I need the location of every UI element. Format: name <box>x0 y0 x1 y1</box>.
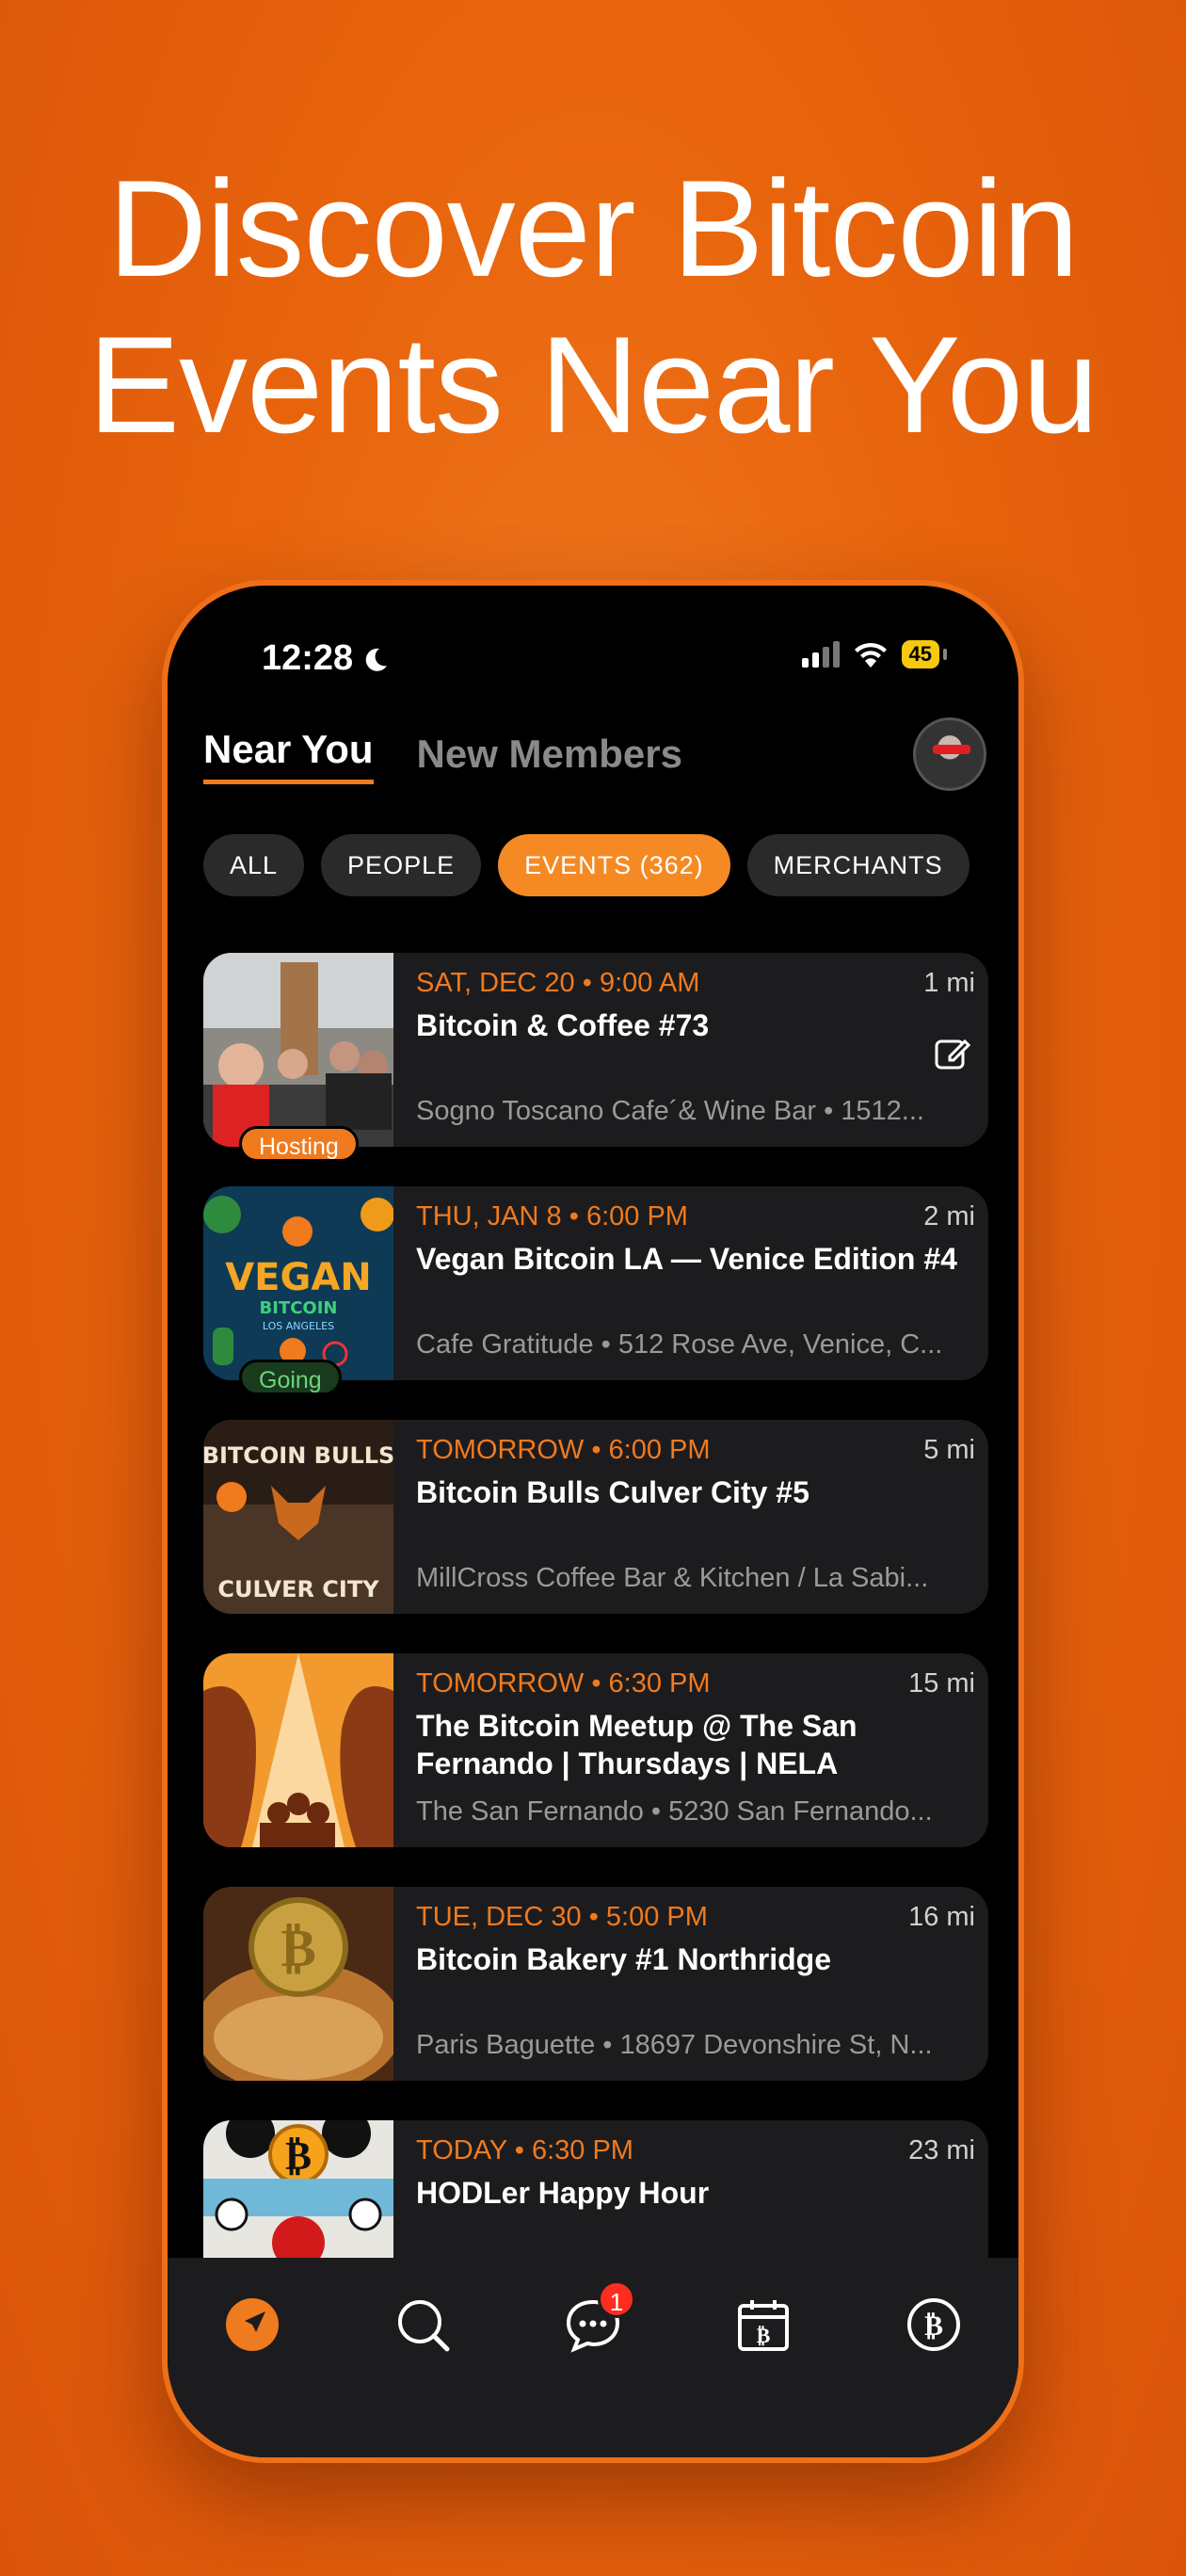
filter-all[interactable]: ALL <box>203 834 305 896</box>
event-title: Bitcoin & Coffee #73 <box>416 1008 710 1042</box>
headline-line-2: Events Near You <box>88 308 1099 461</box>
event-distance: 16 mi <box>908 1902 975 1932</box>
tab-near-you[interactable]: Near You <box>203 727 374 784</box>
search-icon <box>398 2300 450 2352</box>
bottom-tab-bar: 1 ₿ ₿ <box>168 2258 1018 2457</box>
event-card[interactable]: BITCOIN BULLS CULVER CITY TOMORROW • 6:0… <box>203 1420 988 1614</box>
edit-icon[interactable] <box>934 1034 971 1071</box>
event-datetime: SAT, DEC 20 • 9:00 AM <box>416 968 700 998</box>
poster-city-text: LOS ANGELES <box>263 1320 334 1332</box>
event-location: The San Fernando • 5230 San Fernando... <box>416 1796 933 1827</box>
event-title: Vegan Bitcoin LA — Venice Edition #4 <box>416 1242 957 1276</box>
status-time: 12:28 <box>262 638 389 679</box>
top-tabs: Near You New Members <box>203 727 682 784</box>
event-card[interactable]: ₿ TUE, DEC 30 • 5:00 PM Bitcoin Bakery #… <box>203 1887 988 2081</box>
event-datetime: THU, JAN 8 • 6:00 PM <box>416 1201 688 1232</box>
tab-bitcoin[interactable]: ₿ <box>901 2292 967 2358</box>
poster-vegan-text: VEGAN <box>225 1256 372 1299</box>
battery-cap <box>943 649 947 660</box>
headline: Discover Bitcoin Events Near You <box>0 151 1186 463</box>
going-badge: Going <box>239 1360 342 1395</box>
wifi-icon <box>854 642 887 668</box>
event-photo <box>203 953 393 1147</box>
tab-events-calendar[interactable]: ₿ <box>730 2292 796 2358</box>
poster-bulls-bottom: CULVER CITY <box>217 1576 379 1602</box>
event-poster: BITCOIN BULLS CULVER CITY <box>203 1420 393 1614</box>
filter-people[interactable]: PEOPLE <box>321 834 482 896</box>
calendar-bitcoin-icon: ₿ <box>737 2300 789 2351</box>
headline-line-1: Discover Bitcoin <box>107 152 1080 305</box>
event-location: Cafe Gratitude • 512 Rose Ave, Venice, C… <box>416 1329 943 1360</box>
event-title: HODLer Happy Hour <box>416 2176 710 2210</box>
event-title: Bitcoin Bulls Culver City #5 <box>416 1475 809 1509</box>
event-illustration <box>203 1653 393 1847</box>
svg-text:₿: ₿ <box>924 2310 943 2343</box>
event-distance: 1 mi <box>923 968 975 998</box>
tab-search[interactable] <box>390 2292 456 2358</box>
event-location: Paris Baguette • 18697 Devonshire St, N.… <box>416 2030 933 2060</box>
phone-frame: 12:28 45 Near You New Members ALL PEOPLE… <box>162 580 1024 2463</box>
phone-screen: 12:28 45 Near You New Members ALL PEOPLE… <box>168 586 1018 2457</box>
events-list: Hosting SAT, DEC 20 • 9:00 AM Bitcoin & … <box>203 953 988 2354</box>
tab-near-me[interactable] <box>219 2292 285 2358</box>
poster-bulls-top: BITCOIN BULLS <box>203 1442 393 1469</box>
event-card[interactable]: VEGAN BITCOIN LOS ANGELES Going THU, JAN… <box>203 1186 988 1395</box>
bitcoin-icon: ₿ <box>906 2298 960 2351</box>
signal-icon <box>801 641 840 668</box>
messages-badge: 1 <box>597 2280 635 2318</box>
status-icons: 45 <box>801 640 947 668</box>
event-location: Sogno Toscano Cafe´& Wine Bar • 1512... <box>416 1096 924 1126</box>
event-location: MillCross Coffee Bar & Kitchen / La Sabi… <box>416 1563 929 1593</box>
event-datetime: TODAY • 6:30 PM <box>416 2135 633 2165</box>
svg-text:₿: ₿ <box>280 1918 315 1979</box>
event-distance: 15 mi <box>908 1668 975 1699</box>
filter-events[interactable]: EVENTS (362) <box>498 834 730 896</box>
filter-chips: ALL PEOPLE EVENTS (362) MERCHANTS <box>203 834 970 896</box>
event-distance: 23 mi <box>908 2135 975 2165</box>
tab-new-members[interactable]: New Members <box>417 732 682 784</box>
event-title: The Bitcoin Meetup @ The San Fernando | … <box>416 1709 857 1780</box>
clock: 12:28 <box>262 638 354 678</box>
event-poster: VEGAN BITCOIN LOS ANGELES <box>203 1186 393 1380</box>
svg-text:₿: ₿ <box>756 2325 770 2348</box>
event-card[interactable]: TOMORROW • 6:30 PM The Bitcoin Meetup @ … <box>203 1653 988 1847</box>
event-datetime: TOMORROW • 6:00 PM <box>416 1435 711 1465</box>
event-photo: ₿ <box>203 1887 393 2081</box>
event-distance: 5 mi <box>923 1435 975 1465</box>
event-title: Bitcoin Bakery #1 Northridge <box>416 1942 831 1976</box>
hosting-badge: Hosting <box>239 1126 359 1162</box>
poster-bitcoin-text: BITCOIN <box>260 1298 338 1318</box>
event-distance: 2 mi <box>923 1201 975 1232</box>
moon-icon <box>365 648 388 671</box>
event-datetime: TOMORROW • 6:30 PM <box>416 1668 711 1699</box>
navigate-icon <box>226 2298 280 2351</box>
svg-text:₿: ₿ <box>285 2133 312 2179</box>
event-card[interactable]: Hosting SAT, DEC 20 • 9:00 AM Bitcoin & … <box>203 953 988 1162</box>
event-datetime: TUE, DEC 30 • 5:00 PM <box>416 1902 708 1932</box>
battery-indicator: 45 <box>901 640 939 668</box>
filter-merchants[interactable]: MERCHANTS <box>746 834 970 896</box>
tab-messages[interactable]: 1 <box>560 2280 635 2358</box>
profile-avatar[interactable] <box>913 717 986 791</box>
